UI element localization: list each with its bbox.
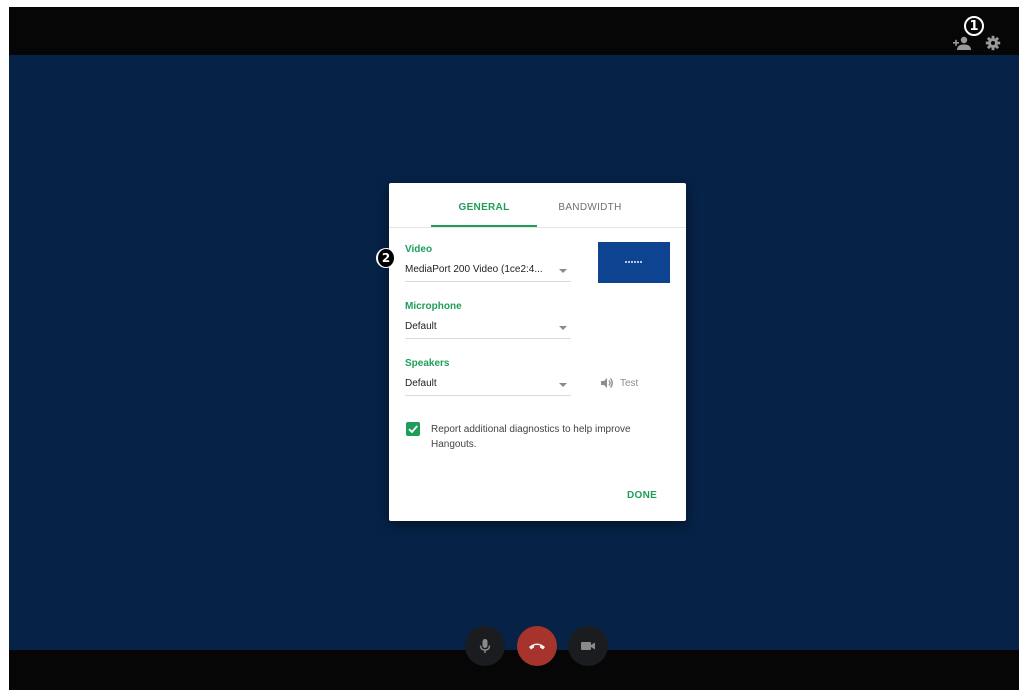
video-device-select[interactable]: MediaPort 200 Video (1ce2:4... [405, 261, 571, 282]
callout-marker-2-label: 2 [378, 249, 394, 267]
diagnostics-checkbox[interactable] [406, 422, 420, 436]
video-label: Video [405, 244, 433, 255]
settings-dialog: GENERAL BANDWIDTH Video MediaPort 200 Vi… [389, 183, 686, 521]
add-person-icon[interactable] [953, 35, 971, 51]
microphone-icon [479, 639, 491, 653]
video-camera-icon [581, 642, 595, 650]
tab-general[interactable]: GENERAL [431, 183, 537, 227]
speakers-select[interactable]: Default [405, 375, 571, 396]
diagnostics-text: Report additional diagnostics to help im… [431, 424, 631, 450]
microphone-select[interactable]: Default [405, 318, 571, 339]
speaker-icon [601, 378, 613, 388]
settings-tabs: GENERAL BANDWIDTH [389, 183, 686, 228]
speakers-value: Default [405, 378, 437, 389]
callout-marker-1-label: 1 [969, 18, 979, 34]
toggle-camera-button[interactable] [568, 626, 608, 666]
chevron-down-icon [559, 326, 567, 330]
speakers-label: Speakers [405, 358, 450, 369]
mute-microphone-button[interactable] [465, 626, 505, 666]
tab-bandwidth[interactable]: BANDWIDTH [537, 183, 643, 225]
hangouts-call-window: 1 GENERAL BANDWIDTH Video MediaPort 200 … [9, 7, 1019, 690]
bottom-bar [9, 650, 1019, 690]
checkmark-icon [408, 425, 418, 434]
video-device-value: MediaPort 200 Video (1ce2:4... [405, 264, 543, 275]
preview-image [625, 261, 643, 263]
chevron-down-icon [559, 383, 567, 387]
test-label: Test [620, 377, 639, 389]
video-preview [598, 242, 670, 283]
chevron-down-icon [559, 269, 567, 273]
end-call-icon [529, 643, 545, 650]
top-bar [9, 7, 1019, 55]
microphone-label: Microphone [405, 301, 462, 312]
test-speakers-button[interactable]: Test [600, 376, 638, 390]
callout-marker-2: 2 [376, 248, 396, 268]
end-call-button[interactable] [517, 626, 557, 666]
gear-icon[interactable] [985, 35, 1003, 51]
microphone-value: Default [405, 321, 437, 332]
done-button[interactable]: DONE [627, 490, 657, 501]
callout-marker-1: 1 [964, 16, 984, 36]
